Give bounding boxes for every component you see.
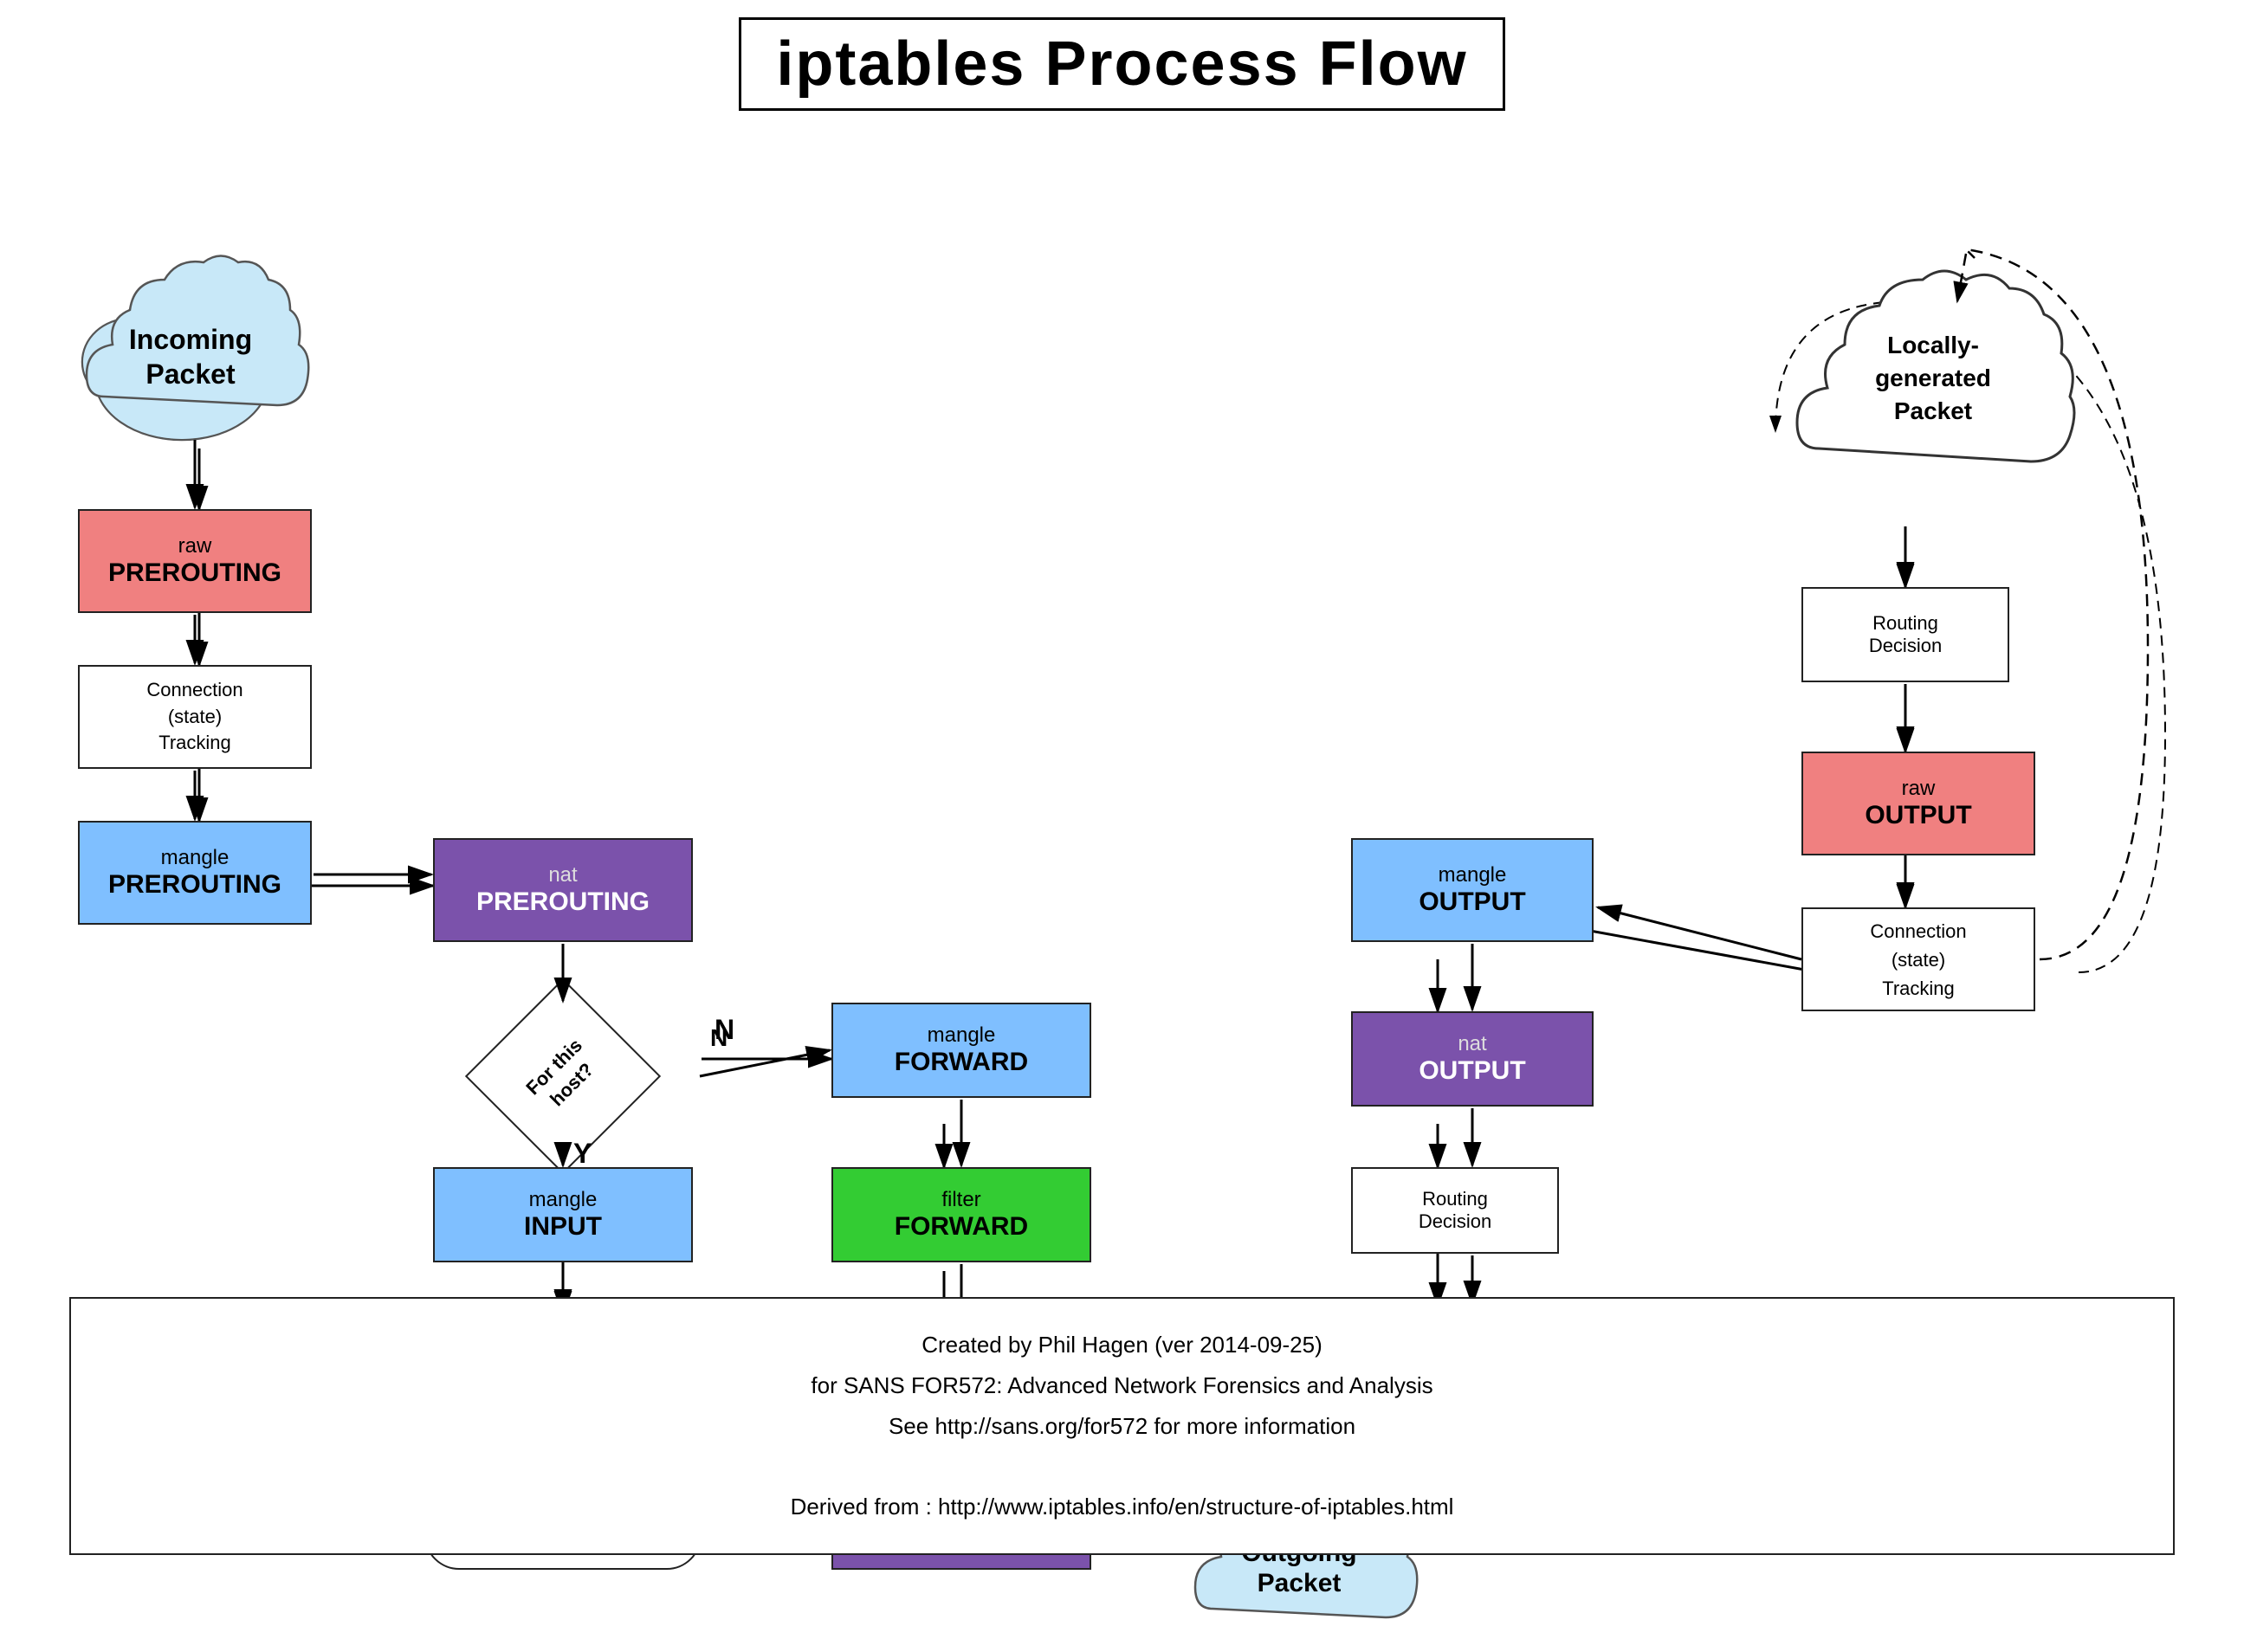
routing-decision-right-box: RoutingDecision xyxy=(1801,587,2009,682)
svg-text:generated: generated xyxy=(1875,365,1991,391)
mangle-prerouting-box: mangle PREROUTING xyxy=(78,821,312,925)
svg-text:Locally-: Locally- xyxy=(1887,332,1979,358)
page-title: iptables Process Flow xyxy=(739,17,1504,111)
routing-decision-mid-box: RoutingDecision xyxy=(1351,1167,1559,1254)
mangle-input-box: mangle INPUT xyxy=(433,1167,693,1262)
mangle-output-box: mangle OUTPUT xyxy=(1351,838,1594,942)
locally-generated-cloud: Locally- generated Packet xyxy=(1784,232,2079,526)
raw-output-box: raw OUTPUT xyxy=(1801,752,2035,855)
svg-text:N: N xyxy=(715,1014,734,1045)
conn-tracking-2-box: Connection(state)Tracking xyxy=(1801,907,2035,1011)
svg-text:Packet: Packet xyxy=(1258,1569,1342,1597)
mangle-forward-box: mangle FORWARD xyxy=(831,1003,1091,1098)
svg-text:N: N xyxy=(710,1024,728,1051)
svg-text:Packet: Packet xyxy=(1894,397,1972,424)
raw-prerouting-box: raw PREROUTING xyxy=(78,509,312,613)
conn-tracking-1-box: Connection(state)Tracking xyxy=(78,665,312,769)
for-this-host-diamond: For thishost? xyxy=(433,1003,693,1150)
nat-output-box: nat OUTPUT xyxy=(1351,1011,1594,1107)
svg-text:Packet: Packet xyxy=(146,358,236,390)
filter-forward-box: filter FORWARD xyxy=(831,1167,1091,1262)
svg-text:Incoming: Incoming xyxy=(129,324,252,355)
incoming-packet-cloud: Incoming Packet xyxy=(69,197,312,518)
nat-prerouting-box: nat PREROUTING xyxy=(433,838,693,942)
footer: Created by Phil Hagen (ver 2014-09-25) f… xyxy=(69,1297,2175,1555)
diagram-area: N Y Incoming Packet raw PREROUTING Conne… xyxy=(0,128,2244,1453)
